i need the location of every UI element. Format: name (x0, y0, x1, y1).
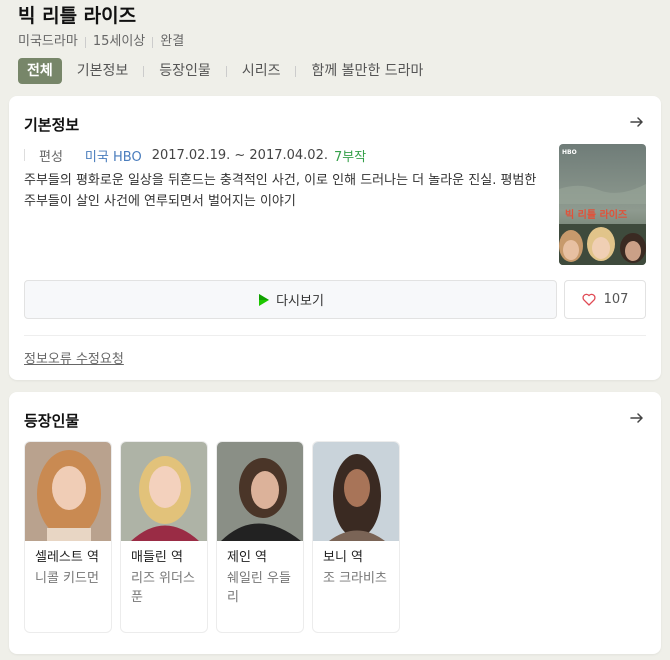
heart-icon (582, 293, 596, 306)
broadcast-label: 편성 (39, 149, 63, 165)
tab-separator (295, 65, 297, 77)
cast-member-card[interactable]: 셀레스트 역 니콜 키드먼 (24, 441, 112, 633)
tab-basic-info[interactable]: 기본정보 (77, 58, 129, 84)
cast-card: 등장인물 셀레스트 역 니콜 키드먼 매들린 역 리즈 위더스푼 제인 역 쉐일… (9, 392, 661, 654)
cast-role: 매들린 역 (131, 550, 183, 565)
tab-separator (143, 65, 145, 77)
poster-badge: HBO (562, 149, 577, 156)
cast-member-card[interactable]: 보니 역 조 크라비츠 (312, 441, 400, 633)
meta-status: 완결 (160, 34, 185, 49)
poster-title: 빅 리틀 라이즈 (565, 208, 627, 221)
broadcaster-link[interactable]: 미국 HBO (85, 146, 142, 165)
cast-photo (313, 442, 399, 541)
cast-actor: 쉐일린 우들리 (227, 571, 291, 605)
report-error-link[interactable]: 정보오류 수정요청 (24, 348, 124, 367)
show-header: 빅 리틀 라이즈 미국드라마 15세이상 완결 (18, 4, 670, 51)
tab-separator (225, 65, 227, 77)
show-meta: 미국드라마 15세이상 완결 (18, 33, 670, 51)
broadcast-info: 편성 미국 HBO 2017.02.19. ~ 2017.04.02. 7부작 (24, 146, 366, 165)
cast-photo (121, 442, 207, 541)
divider (24, 335, 646, 336)
poster-image[interactable]: HBO 빅 리틀 라이즈 (559, 144, 646, 265)
cast-photo (25, 442, 111, 541)
replay-label: 다시보기 (276, 294, 324, 309)
play-icon (259, 293, 270, 306)
cast-member-card[interactable]: 매들린 역 리즈 위더스푼 (120, 441, 208, 633)
tab-series[interactable]: 시리즈 (242, 58, 281, 84)
cast-actor: 니콜 키드먼 (35, 571, 99, 586)
cast-role: 셀레스트 역 (35, 550, 99, 565)
meta-genre: 미국드라마 (18, 34, 78, 49)
cast-member-card[interactable]: 제인 역 쉐일린 우들리 (216, 441, 304, 633)
tab-cast[interactable]: 등장인물 (159, 58, 211, 84)
basic-info-heading: 기본정보 (24, 116, 80, 134)
episode-count-link[interactable]: 7부작 (334, 146, 366, 165)
cast-role: 제인 역 (227, 550, 268, 565)
meta-separator (84, 36, 86, 48)
meta-separator (152, 36, 154, 48)
cast-list: 셀레스트 역 니콜 키드먼 매들린 역 리즈 위더스푼 제인 역 쉐일린 우들리 (24, 441, 408, 633)
tab-similar-dramas[interactable]: 함께 볼만한 드라마 (311, 58, 423, 84)
air-date-range: 2017.02.19. ~ 2017.04.02. (151, 147, 328, 163)
replay-button[interactable]: 다시보기 (24, 280, 557, 319)
tab-all[interactable]: 전체 (18, 58, 62, 84)
like-button[interactable]: 107 (564, 280, 646, 319)
cast-role: 보니 역 (323, 550, 364, 565)
show-title: 빅 리틀 라이즈 (18, 5, 137, 27)
cast-actor: 리즈 위더스푼 (131, 571, 195, 605)
meta-rating: 15세이상 (92, 34, 146, 49)
synopsis-text: 주부들의 평화로운 일상을 뒤흔드는 충격적인 사건, 이로 인해 드러나는 더… (24, 173, 537, 209)
basic-info-card: 기본정보 편성 미국 HBO 2017.02.19. ~ 2017.04.02.… (9, 96, 661, 380)
cast-actor: 조 크라비츠 (323, 571, 387, 586)
arrow-right-icon[interactable] (629, 410, 645, 426)
arrow-right-icon[interactable] (629, 114, 645, 130)
tab-bar: 전체 기본정보 등장인물 시리즈 함께 볼만한 드라마 (18, 58, 423, 84)
cast-photo (217, 442, 303, 541)
info-bar (24, 149, 25, 161)
like-count: 107 (603, 292, 629, 307)
cast-heading: 등장인물 (24, 412, 80, 430)
